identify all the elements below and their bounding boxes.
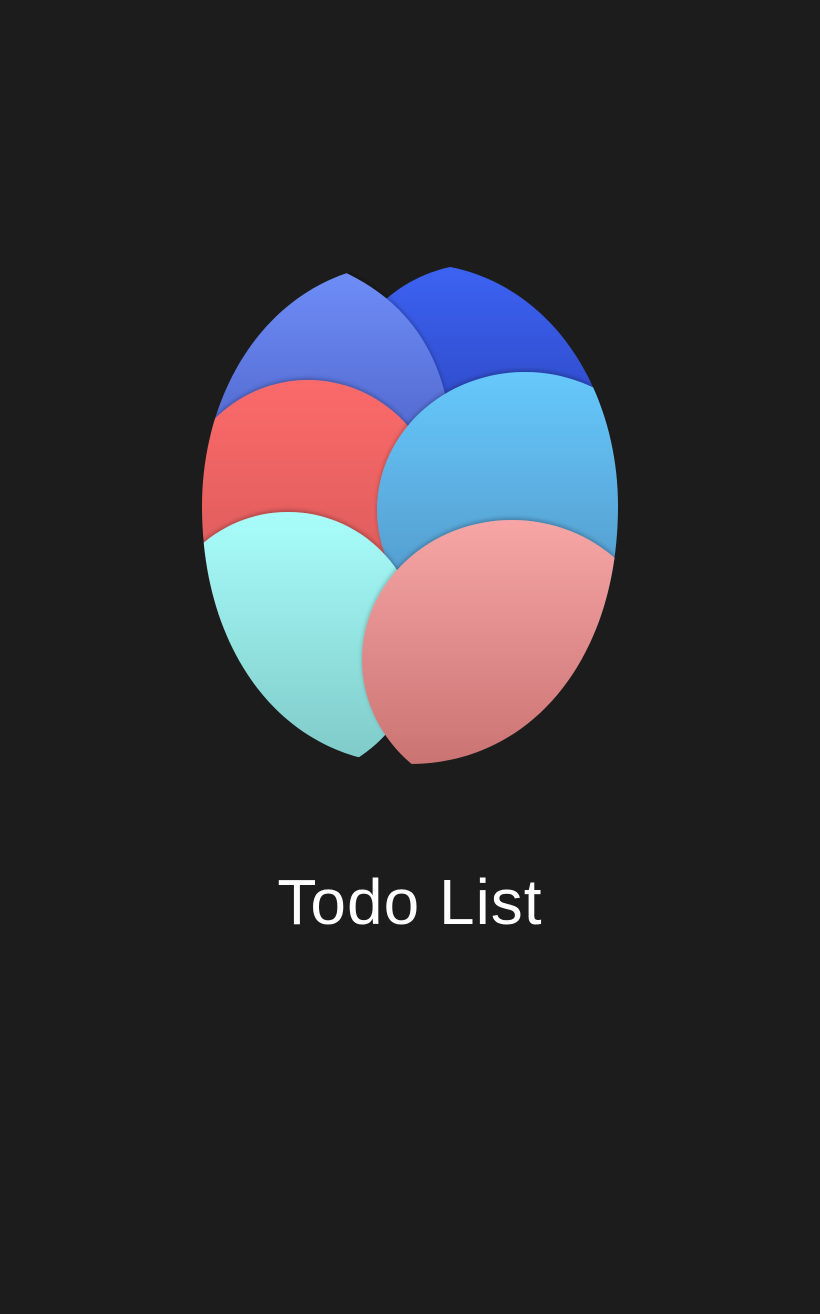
app-title: Todo List <box>277 866 543 938</box>
splash-screen: Todo List <box>0 0 820 1314</box>
tulip-logo-icon <box>202 264 618 764</box>
